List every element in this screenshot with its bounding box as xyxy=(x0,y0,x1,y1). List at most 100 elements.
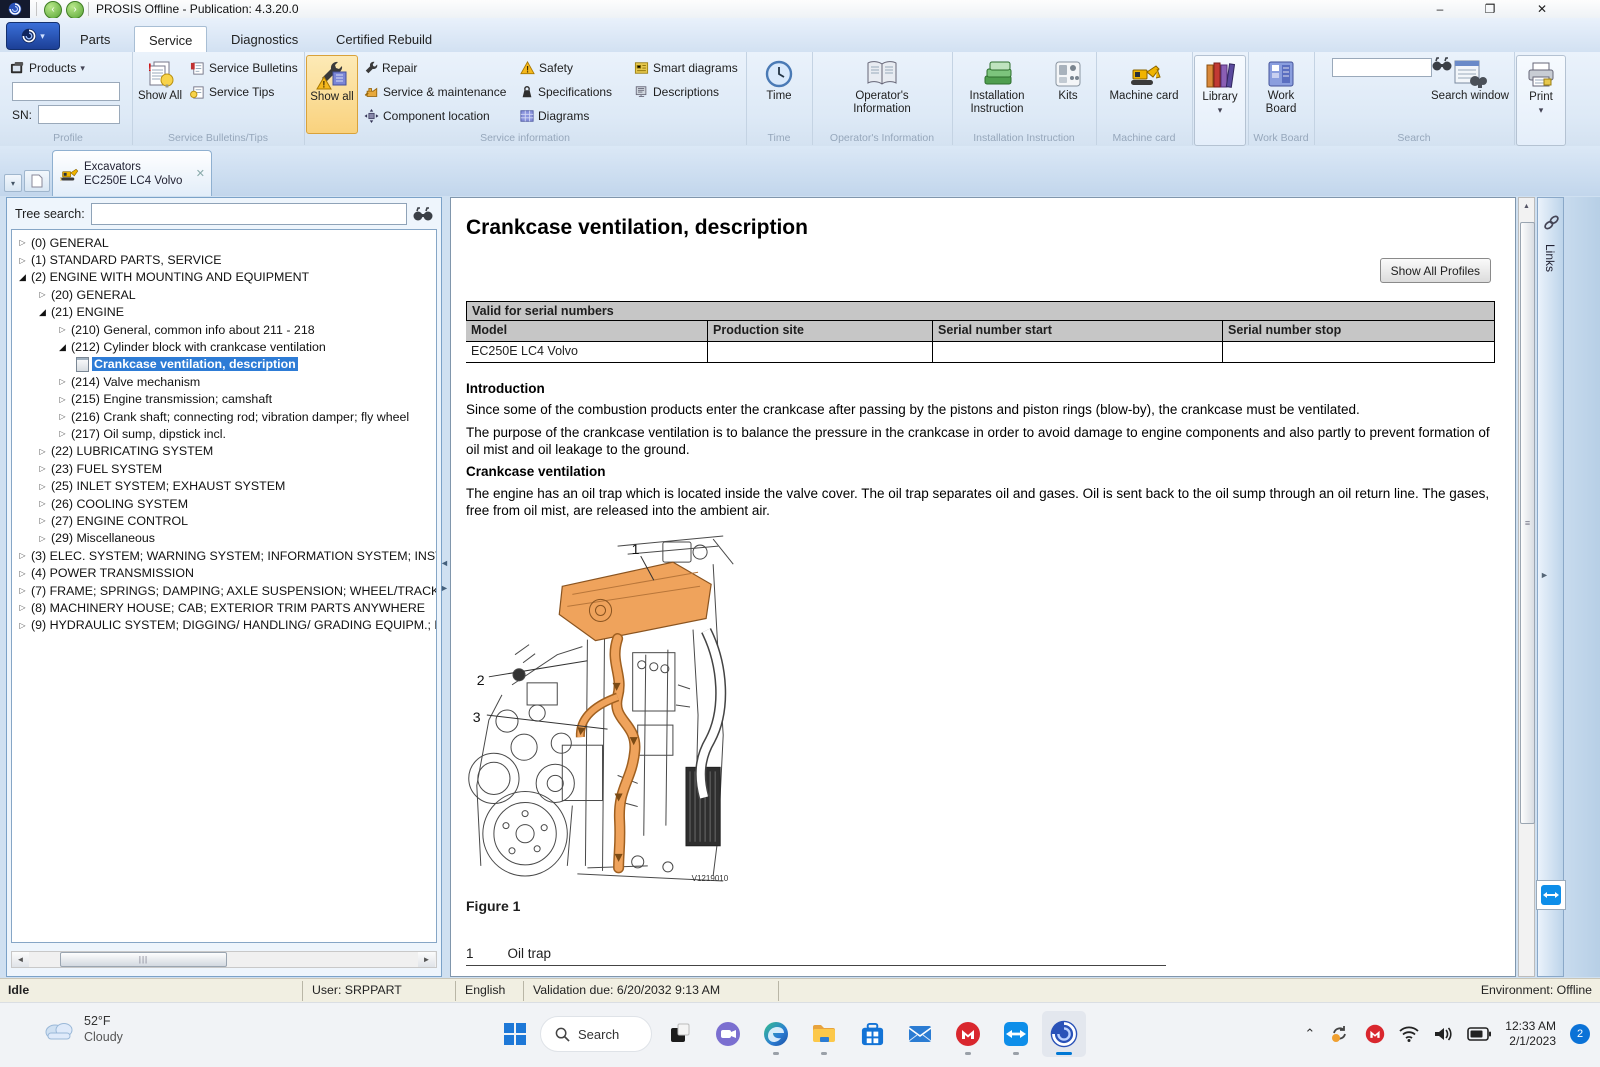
tree-expander-icon[interactable] xyxy=(36,499,49,508)
forward-button[interactable]: › xyxy=(66,1,84,19)
tree-expander-icon[interactable] xyxy=(36,464,49,473)
mega-tray-icon[interactable] xyxy=(1365,1024,1385,1044)
notification-badge[interactable]: 2 xyxy=(1570,1024,1590,1044)
machine-card-button[interactable]: Machine card xyxy=(1104,55,1184,132)
new-tab-button[interactable] xyxy=(24,170,50,192)
tree-item[interactable]: (210) General, common info about 211 - 2… xyxy=(12,321,436,338)
tree-expander-icon[interactable] xyxy=(56,342,69,353)
sn-input[interactable] xyxy=(38,105,120,124)
diagrams-item[interactable]: Diagrams xyxy=(520,106,589,126)
scrollbar-thumb[interactable]: ||| xyxy=(60,952,227,967)
service-maintenance-item[interactable]: Service & maintenance xyxy=(364,82,506,102)
tree-horizontal-scrollbar[interactable]: ◄ ||| ► xyxy=(11,951,437,968)
tray-clock[interactable]: 12:33 AM 2/1/2023 xyxy=(1505,1019,1556,1049)
installation-instruction-button[interactable]: Installation Instruction xyxy=(954,55,1040,132)
products-dropdown[interactable]: Products ▾ xyxy=(10,58,85,78)
repair-item[interactable]: Repair xyxy=(364,58,417,78)
document-vertical-scrollbar[interactable]: ▲ ≡ xyxy=(1518,197,1535,977)
tree-expander-icon[interactable] xyxy=(56,325,69,334)
tree-item[interactable]: (27) ENGINE CONTROL xyxy=(12,512,436,529)
tree-item[interactable]: (21) ENGINE xyxy=(12,304,436,321)
tray-chevron-icon[interactable]: ⌃ xyxy=(1304,1026,1315,1042)
panel-expand-icon[interactable]: ► xyxy=(1540,570,1549,580)
links-side-tab[interactable]: Links ► xyxy=(1537,197,1564,977)
task-view-button[interactable] xyxy=(658,1011,702,1057)
service-tips-item[interactable]: Service Tips xyxy=(190,82,274,102)
panel-collapse-left-icon[interactable]: ◄ xyxy=(440,558,449,568)
time-button[interactable]: Time xyxy=(749,55,809,132)
app-menu-button[interactable]: ▾ xyxy=(6,22,60,50)
file-explorer-icon[interactable] xyxy=(802,1011,846,1057)
tree-expander-icon[interactable] xyxy=(56,395,69,404)
scrollbar-thumb[interactable]: ≡ xyxy=(1520,222,1535,824)
tree-expander-icon[interactable] xyxy=(56,429,69,438)
tree-item[interactable]: (217) Oil sump, dipstick incl. xyxy=(12,425,436,442)
tab-excavators-ec250e[interactable]: ! Excavators EC250E LC4 Volvo ✕ xyxy=(52,150,212,196)
back-button[interactable]: ‹ xyxy=(44,1,62,19)
tree-expander-icon[interactable] xyxy=(36,290,49,299)
chat-app-icon[interactable] xyxy=(706,1011,750,1057)
tree-expander-icon[interactable] xyxy=(56,412,69,421)
tree-item[interactable]: (7) FRAME; SPRINGS; DAMPING; AXLE SUSPEN… xyxy=(12,582,436,599)
mega-app-icon[interactable] xyxy=(946,1011,990,1057)
tree-item[interactable]: (25) INLET SYSTEM; EXHAUST SYSTEM xyxy=(12,477,436,494)
specifications-item[interactable]: Specifications xyxy=(520,82,612,102)
tree-item[interactable]: Crankcase ventilation, description xyxy=(12,356,436,373)
tree-item[interactable]: (20) GENERAL xyxy=(12,286,436,303)
show-all-service-info-button[interactable]: ! Show all xyxy=(306,55,358,134)
tree-expander-icon[interactable] xyxy=(36,534,49,543)
tree-expander-icon[interactable] xyxy=(16,256,29,265)
panel-collapse-right-icon[interactable]: ► xyxy=(440,583,449,593)
menu-tab[interactable]: Certified Rebuild xyxy=(322,26,446,52)
tree-item[interactable]: (29) Miscellaneous xyxy=(12,530,436,547)
tree-expander-icon[interactable] xyxy=(36,307,49,318)
mail-app-icon[interactable] xyxy=(898,1011,942,1057)
taskbar-search[interactable]: Search xyxy=(540,1016,652,1052)
tree-expander-icon[interactable] xyxy=(36,447,49,456)
tree-item[interactable]: (212) Cylinder block with crankcase vent… xyxy=(12,338,436,355)
tree-item[interactable]: (216) Crank shaft; connecting rod; vibra… xyxy=(12,408,436,425)
show-all-bulletins-button[interactable]: ! Show All xyxy=(136,55,184,130)
tree-item[interactable]: (23) FUEL SYSTEM xyxy=(12,460,436,477)
tree-item[interactable]: (0) GENERAL xyxy=(12,234,436,251)
tree-item[interactable]: (214) Valve mechanism xyxy=(12,373,436,390)
smart-diagrams-item[interactable]: Smart diagrams xyxy=(634,58,738,78)
tree-item[interactable]: (3) ELEC. SYSTEM; WARNING SYSTEM; INFORM… xyxy=(12,547,436,564)
teamviewer-overlay-icon[interactable] xyxy=(1536,880,1566,910)
binoculars-icon[interactable] xyxy=(413,206,433,222)
descriptions-item[interactable]: Descriptions xyxy=(634,82,719,102)
start-button[interactable] xyxy=(493,1011,537,1057)
tab-list-dropdown-button[interactable]: ▾ xyxy=(4,174,22,192)
prosis-app-icon[interactable] xyxy=(1042,1011,1086,1057)
edge-browser-icon[interactable] xyxy=(754,1011,798,1057)
tree-expander-icon[interactable] xyxy=(36,482,49,491)
safety-item[interactable]: ! Safety xyxy=(520,58,573,78)
microsoft-store-icon[interactable] xyxy=(850,1011,894,1057)
tree-item[interactable]: (9) HYDRAULIC SYSTEM; DIGGING/ HANDLING/… xyxy=(12,617,436,634)
tree-item[interactable]: (26) COOLING SYSTEM xyxy=(12,495,436,512)
work-board-button[interactable]: Work Board xyxy=(1251,55,1311,132)
tree-item[interactable]: (22) LUBRICATING SYSTEM xyxy=(12,443,436,460)
menu-tab[interactable]: Parts xyxy=(66,26,124,52)
kits-button[interactable]: Kits xyxy=(1044,55,1092,132)
close-button[interactable]: ✕ xyxy=(1520,0,1564,18)
menu-tab[interactable]: Service xyxy=(134,26,207,53)
tree-item[interactable]: (2) ENGINE WITH MOUNTING AND EQUIPMENT xyxy=(12,269,436,286)
menu-tab[interactable]: Diagnostics xyxy=(217,26,312,52)
wifi-icon[interactable] xyxy=(1399,1026,1419,1042)
tree-expander-icon[interactable] xyxy=(16,569,29,578)
scroll-left-icon[interactable]: ◄ xyxy=(12,952,29,967)
print-button[interactable]: Print ▾ xyxy=(1516,55,1566,146)
service-bulletins-item[interactable]: Service Bulletins xyxy=(190,58,298,78)
tree-expander-icon[interactable] xyxy=(16,603,29,612)
weather-widget[interactable]: 52°F Cloudy xyxy=(42,1013,123,1045)
tree-expander-icon[interactable] xyxy=(16,272,29,283)
tree-search-input[interactable] xyxy=(91,203,407,225)
tree-expander-icon[interactable] xyxy=(56,377,69,386)
teamviewer-app-icon[interactable] xyxy=(994,1011,1038,1057)
library-button[interactable]: Library ▾ xyxy=(1194,55,1246,146)
maximize-button[interactable]: ❐ xyxy=(1468,0,1512,18)
show-all-profiles-button[interactable]: Show All Profiles xyxy=(1380,258,1491,283)
search-input[interactable] xyxy=(1332,58,1432,77)
minimize-button[interactable]: – xyxy=(1418,0,1462,18)
